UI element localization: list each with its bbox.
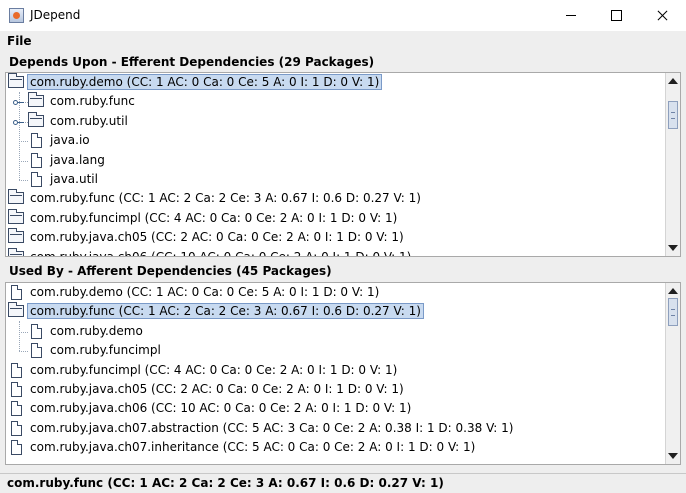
status-text: com.ruby.func (CC: 1 AC: 2 Ca: 2 Ce: 3 A…	[7, 476, 444, 490]
tree-row-label: com.ruby.util	[50, 113, 128, 128]
tree-row[interactable]: com.ruby.func (CC: 1 AC: 2 Ca: 2 Ce: 3 A…	[6, 302, 665, 321]
folder-icon	[8, 73, 24, 88]
tree-row-label: java.util	[50, 171, 98, 186]
tree-row-label: com.ruby.java.ch07.abstraction (CC: 5 AC…	[30, 420, 514, 435]
tree-row-label: java.lang	[50, 152, 105, 167]
scroll-thumb[interactable]	[668, 298, 678, 326]
status-bar: com.ruby.func (CC: 1 AC: 2 Ca: 2 Ce: 3 A…	[0, 473, 686, 493]
folder-icon	[8, 189, 24, 205]
tree-row[interactable]: com.ruby.java.ch07.inheritance (CC: 5 AC…	[6, 438, 665, 457]
tree-row-label: com.ruby.java.ch05 (CC: 2 AC: 0 Ca: 0 Ce…	[30, 230, 404, 245]
file-icon	[31, 133, 42, 149]
scroll-up-icon[interactable]	[668, 288, 678, 294]
tree-row-label: com.ruby.funcimpl (CC: 4 AC: 0 Ca: 0 Ce:…	[30, 210, 398, 225]
folder-icon	[28, 111, 44, 127]
tree-row[interactable]: com.ruby.demo (CC: 1 AC: 0 Ca: 0 Ce: 5 A…	[6, 283, 665, 302]
file-icon	[11, 420, 22, 436]
tree-row-label: com.ruby.func	[50, 94, 135, 109]
tree-row[interactable]: com.ruby.java.ch06 (CC: 10 AC: 0 Ca: 0 C…	[6, 399, 665, 418]
efferent-scrollbar[interactable]	[665, 73, 680, 256]
tree-guide-line	[19, 141, 28, 143]
tree-row[interactable]: com.ruby.func (CC: 1 AC: 2 Ca: 2 Ce: 3 A…	[6, 189, 665, 208]
close-button[interactable]	[639, 0, 685, 31]
efferent-tree-panel: com.ruby.demo (CC: 1 AC: 0 Ca: 0 Ce: 5 A…	[5, 72, 681, 257]
expand-toggle-icon[interactable]	[13, 119, 24, 125]
tree-guide-line	[19, 351, 28, 353]
folder-icon	[28, 92, 44, 108]
file-icon	[31, 171, 42, 187]
tree-row[interactable]: com.ruby.funcimpl (CC: 4 AC: 0 Ca: 0 Ce:…	[6, 208, 665, 228]
folder-icon	[8, 302, 24, 318]
tree-row[interactable]: com.ruby.funcimpl	[6, 341, 665, 360]
tree-row-label: java.io	[50, 133, 90, 148]
tree-row[interactable]: java.util	[6, 170, 665, 189]
tree-row-label: com.ruby.func (CC: 1 AC: 2 Ca: 2 Ce: 3 A…	[30, 191, 421, 206]
folder-icon	[8, 208, 24, 224]
efferent-tree[interactable]: com.ruby.demo (CC: 1 AC: 0 Ca: 0 Ce: 5 A…	[6, 73, 665, 256]
tree-row[interactable]: com.ruby.demo (CC: 1 AC: 0 Ca: 0 Ce: 5 A…	[6, 73, 665, 92]
tree-row[interactable]: com.ruby.demo	[6, 322, 665, 341]
window-title: JDepend	[30, 8, 81, 22]
efferent-heading: Depends Upon - Efferent Dependencies (29…	[9, 55, 375, 69]
scroll-down-icon[interactable]	[668, 245, 678, 251]
tree-row-label: com.ruby.demo (CC: 1 AC: 0 Ca: 0 Ce: 5 A…	[27, 74, 383, 90]
afferent-tree[interactable]: com.ruby.demo (CC: 1 AC: 0 Ca: 0 Ce: 5 A…	[6, 283, 665, 464]
file-icon	[31, 152, 42, 168]
file-icon	[31, 343, 42, 359]
folder-icon	[8, 247, 24, 256]
tree-row[interactable]: com.ruby.java.ch07.abstraction (CC: 5 AC…	[6, 419, 665, 438]
tree-row[interactable]: com.ruby.func	[6, 92, 665, 111]
afferent-scrollbar[interactable]	[665, 283, 680, 464]
tree-row-label: com.ruby.funcimpl (CC: 4 AC: 0 Ca: 0 Ce:…	[30, 362, 398, 377]
tree-row[interactable]: com.ruby.util	[6, 111, 665, 131]
tree-row-label: com.ruby.java.ch06 (CC: 10 AC: 0 Ca: 0 C…	[27, 249, 414, 256]
file-icon	[11, 401, 22, 417]
folder-icon	[8, 228, 24, 244]
scroll-thumb[interactable]	[668, 101, 678, 129]
tree-row-label: com.ruby.funcimpl	[50, 343, 161, 358]
file-icon	[11, 381, 22, 397]
tree-row-label: com.ruby.demo	[50, 323, 143, 338]
title-bar: JDepend	[0, 0, 686, 32]
tree-guide-line	[19, 160, 28, 162]
tree-row-label: com.ruby.java.ch07.inheritance (CC: 5 AC…	[30, 440, 476, 455]
tree-row-label: com.ruby.demo (CC: 1 AC: 0 Ca: 0 Ce: 5 A…	[30, 285, 380, 299]
minimize-button[interactable]	[548, 0, 594, 31]
tree-guide-line	[19, 179, 28, 181]
tree-row[interactable]: com.ruby.java.ch06 (CC: 10 AC: 0 Ca: 0 C…	[6, 247, 665, 256]
scroll-up-icon[interactable]	[668, 78, 678, 84]
file-icon	[31, 323, 42, 339]
tree-row-label: com.ruby.java.ch06 (CC: 10 AC: 0 Ca: 0 C…	[30, 401, 412, 416]
afferent-heading: Used By - Afferent Dependencies (45 Pack…	[9, 264, 332, 278]
tree-row[interactable]: com.ruby.java.ch05 (CC: 2 AC: 0 Ca: 0 Ce…	[6, 228, 665, 247]
file-icon	[11, 285, 22, 300]
menu-bar: File	[0, 31, 686, 52]
tree-row[interactable]: com.ruby.java.ch05 (CC: 2 AC: 0 Ca: 0 Ce…	[6, 380, 665, 399]
expand-toggle-icon[interactable]	[13, 100, 24, 106]
tree-row[interactable]: java.lang	[6, 151, 665, 170]
file-icon	[11, 362, 22, 378]
scroll-down-icon[interactable]	[668, 453, 678, 459]
tree-row[interactable]: com.ruby.funcimpl (CC: 4 AC: 0 Ca: 0 Ce:…	[6, 361, 665, 380]
maximize-button[interactable]	[593, 0, 639, 31]
tree-row-label: com.ruby.java.ch05 (CC: 2 AC: 0 Ca: 0 Ce…	[30, 381, 404, 396]
java-app-icon	[9, 8, 24, 23]
tree-row[interactable]: java.io	[6, 131, 665, 150]
afferent-tree-panel: com.ruby.demo (CC: 1 AC: 0 Ca: 0 Ce: 5 A…	[5, 282, 681, 465]
tree-guide-line	[19, 331, 28, 333]
tree-row-label: com.ruby.func (CC: 1 AC: 2 Ca: 2 Ce: 3 A…	[27, 303, 424, 320]
menu-file[interactable]: File	[7, 34, 32, 48]
file-icon	[11, 440, 22, 456]
